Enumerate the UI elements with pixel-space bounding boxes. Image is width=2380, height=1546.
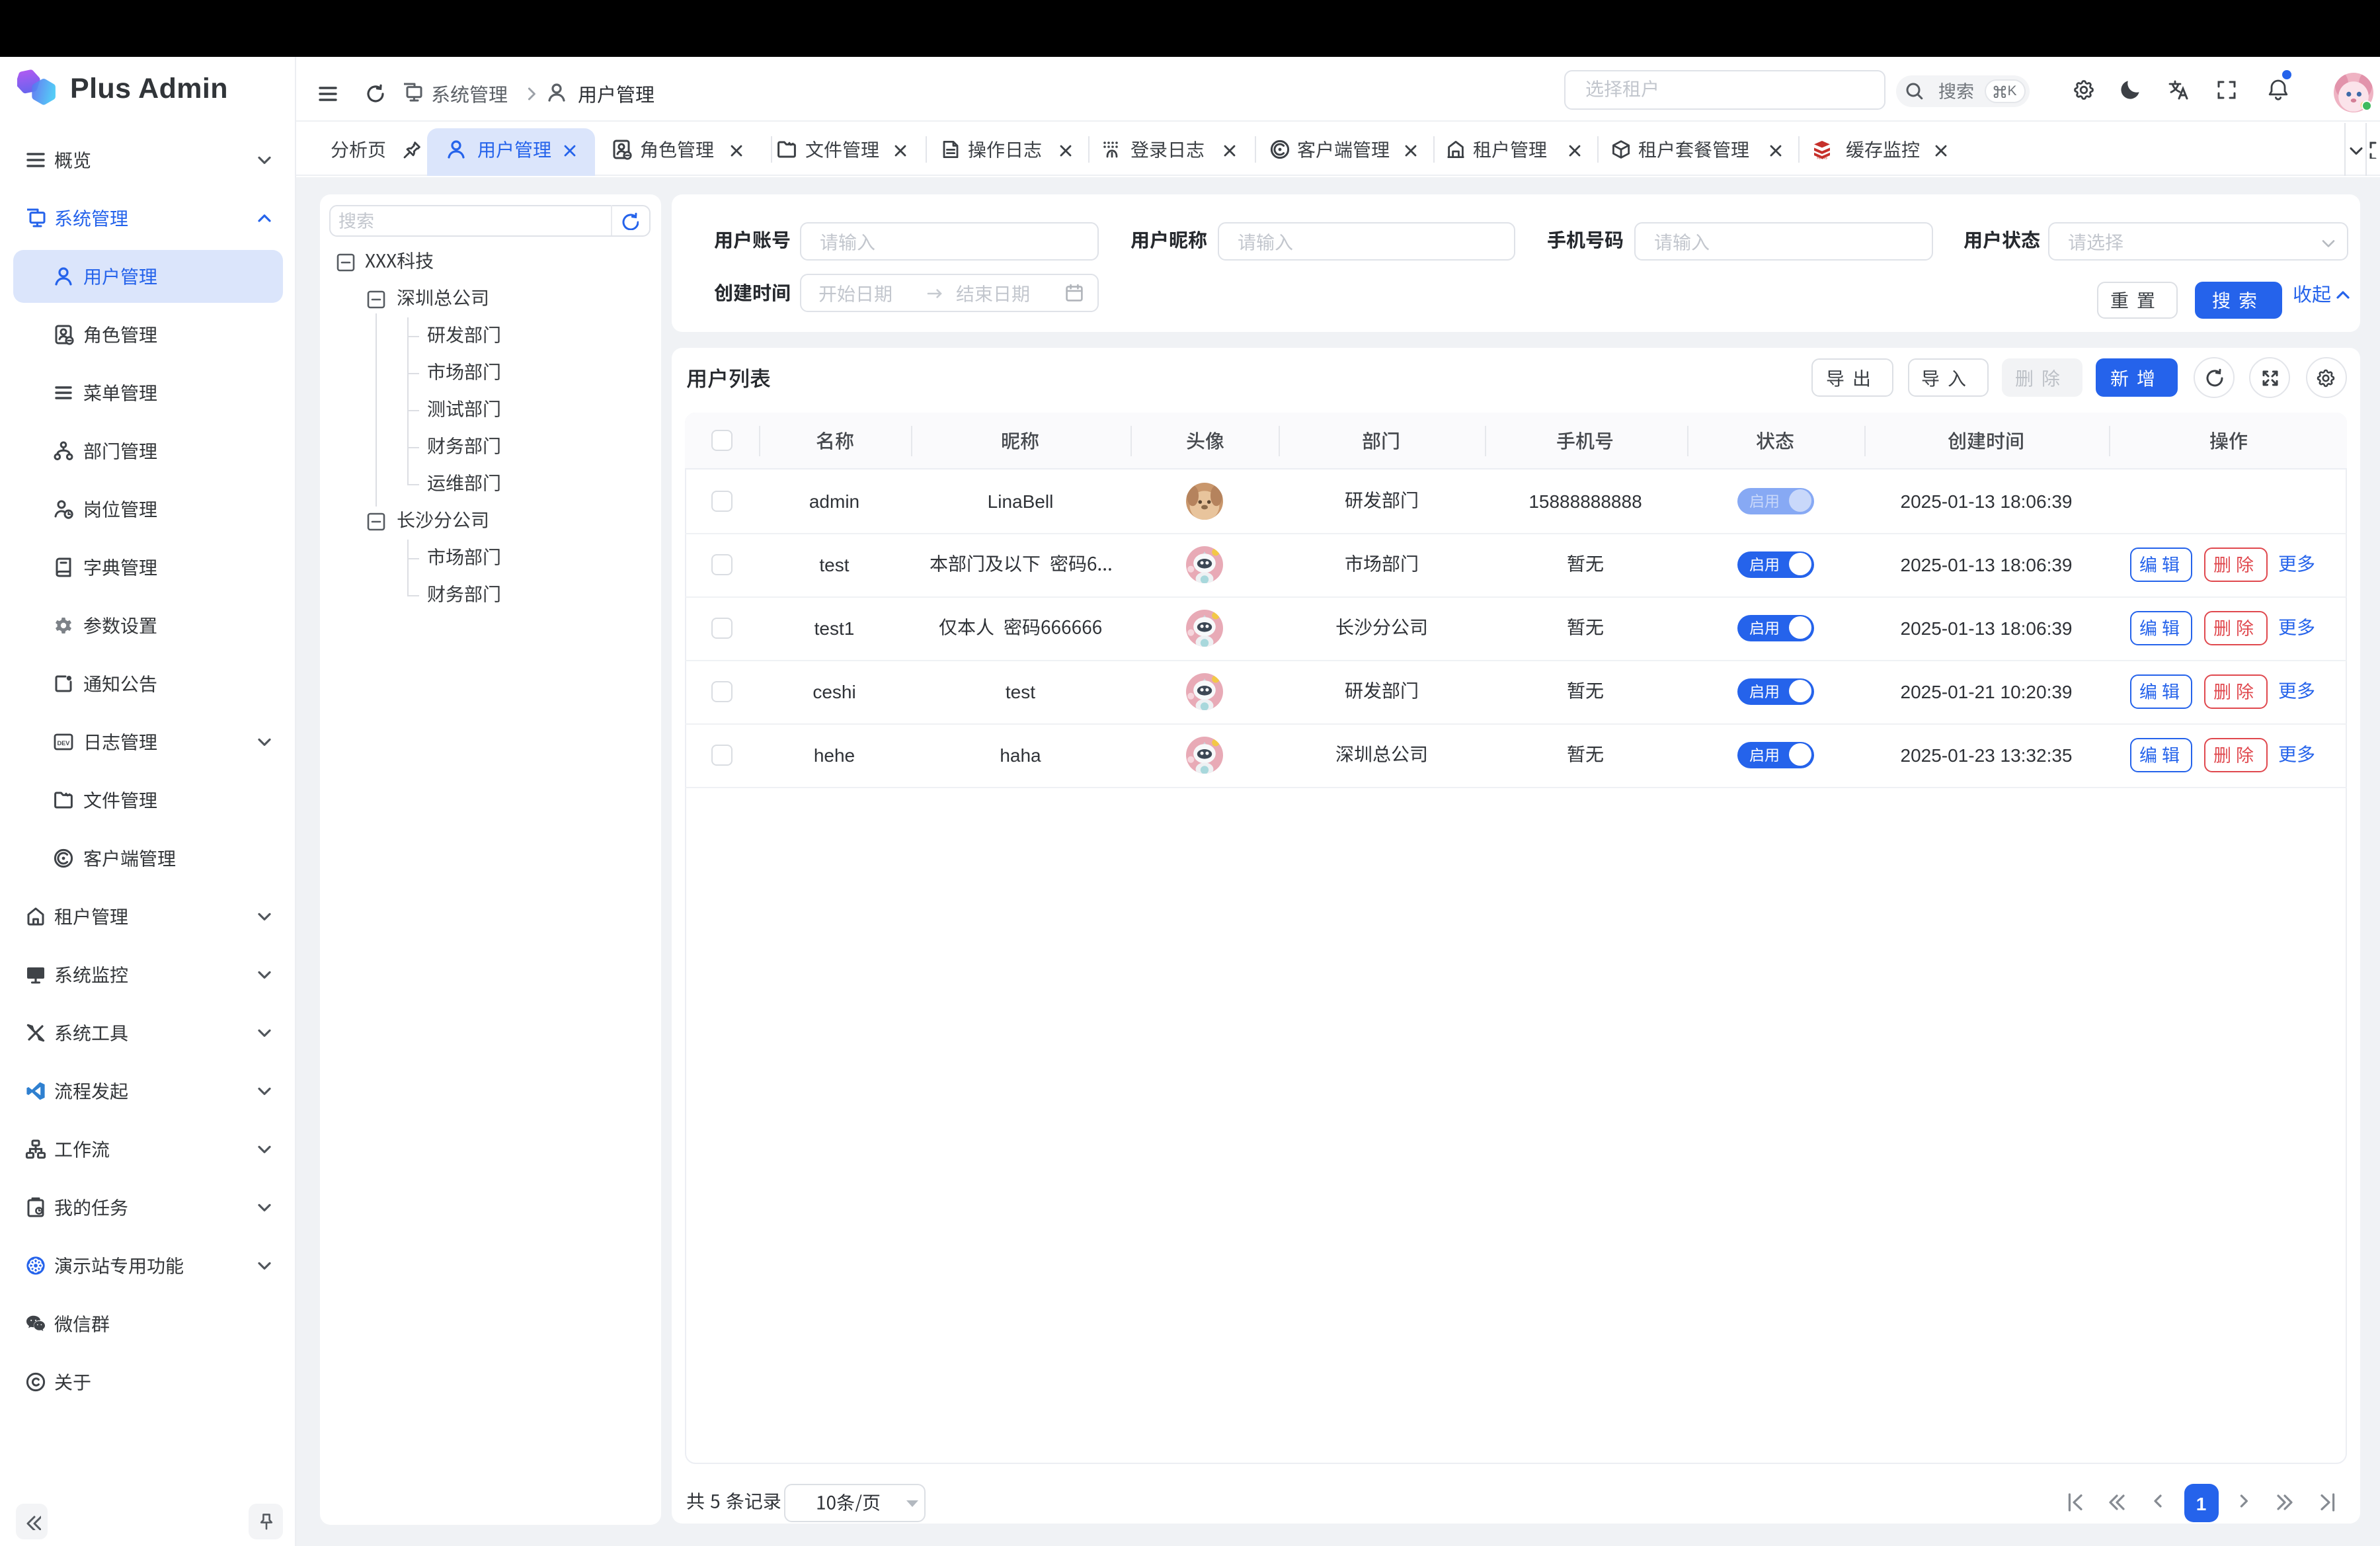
svg-text:DEV: DEV [58,739,71,746]
svg-text:redis: redis [1817,154,1827,160]
